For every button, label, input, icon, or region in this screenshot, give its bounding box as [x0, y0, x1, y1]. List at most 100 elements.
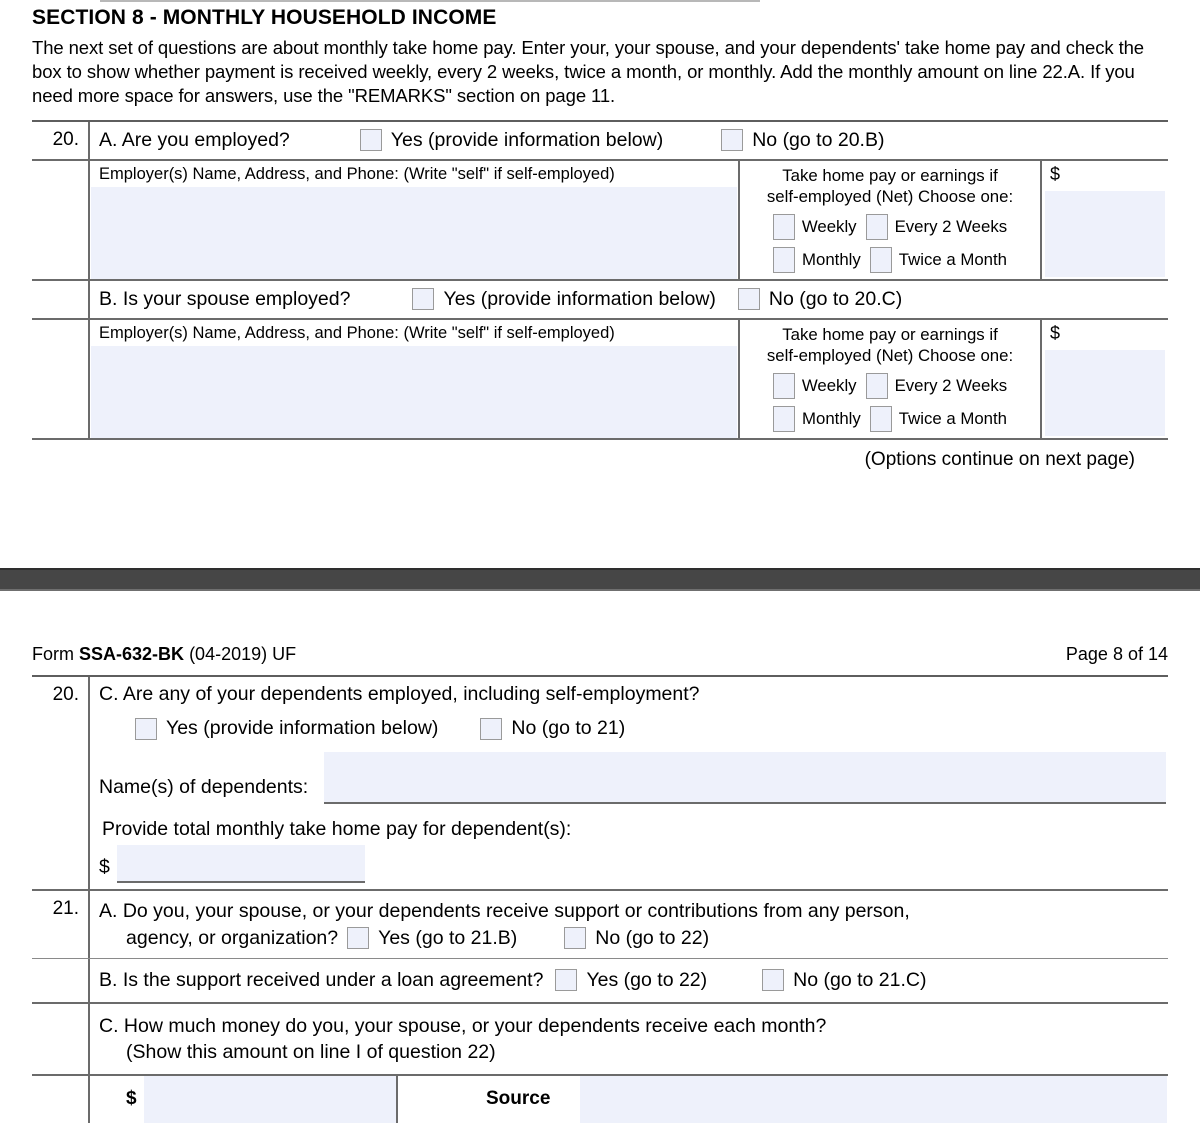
checkbox-20c-yes[interactable]: [135, 717, 157, 740]
spacer-cell: .: [32, 959, 88, 1002]
takehome-20b-line1: Take home pay or earnings if: [782, 324, 998, 344]
source-21c-input[interactable]: [580, 1075, 1167, 1123]
question-20c-21-table: 20. C. Are any of your dependents employ…: [32, 675, 1168, 1123]
dependents-names-input[interactable]: [324, 752, 1166, 804]
question-20c-options: Yes (provide information below) No (go t…: [99, 708, 1168, 746]
checkbox-21a-no-label: No (go to 22): [595, 926, 710, 949]
label-20a-every-2-weeks: Every 2 Weeks: [894, 217, 1008, 237]
label-20b-weekly: Weekly: [801, 376, 857, 396]
amount-20b-block: $: [1040, 319, 1168, 438]
checkbox-21a-yes[interactable]: [347, 927, 370, 950]
top-hairline: [100, 0, 760, 2]
form-prefix: Form: [32, 644, 74, 664]
checkbox-21a-yes-label: Yes (go to 21.B): [378, 926, 518, 949]
question-21c-cell: C. How much money do you, your spouse, o…: [88, 1003, 1168, 1074]
page-8-fragment: Form SSA-632-BK (04-2019) UF Page 8 of 1…: [0, 600, 1200, 1123]
question-21a-line1: A. Do you, your spouse, or your dependen…: [99, 900, 910, 922]
dependents-names-row: Name(s) of dependents:: [99, 746, 1168, 804]
checkbox-20a-yes-label: Yes (provide information below): [390, 128, 664, 151]
label-20b-twice-a-month: Twice a Month: [898, 409, 1007, 429]
checkbox-21b-yes[interactable]: [555, 969, 578, 992]
checkbox-21b-no[interactable]: [762, 969, 785, 992]
source-21c-label: Source: [486, 1088, 551, 1110]
question-20a-detail-cell: Employer(s) Name, Address, and Phone: (W…: [88, 160, 1168, 279]
dollar-sign-20b: $: [1050, 322, 1061, 343]
checkbox-20a-yes[interactable]: [359, 129, 382, 152]
form-identifier: Form SSA-632-BK (04-2019) UF: [32, 644, 296, 665]
question-21c-line2: (Show this amount on line I of question …: [126, 1041, 496, 1064]
question-20c-text: C. Are any of your dependents employed, …: [99, 683, 700, 705]
question-20-number-page8: 20.: [52, 684, 79, 705]
checkbox-20a-every-2-weeks[interactable]: [865, 214, 888, 241]
dependents-pay-input[interactable]: [116, 845, 365, 883]
question-20b-row: . B. Is your spouse employed? Yes (provi…: [32, 280, 1168, 320]
question-20b-text: B. Is your spouse employed?: [99, 287, 351, 310]
question-20a-cell: A. Are you employed? Yes (provide inform…: [88, 121, 1168, 159]
takehome-20b-frequency-row-1: Weekly Every 2 Weeks: [740, 366, 1040, 400]
question-20a-line: A. Are you employed? Yes (provide inform…: [90, 122, 1168, 159]
page-7-fragment: SECTION 8 - MONTHLY HOUSEHOLD INCOME The…: [0, 0, 1200, 471]
question-21c-amount-row: . $ Source: [32, 1075, 1168, 1123]
takehome-20a-label: Take home pay or earnings if self-employ…: [740, 161, 1040, 207]
employer-20b-label: Employer(s) Name, Address, and Phone: (W…: [99, 323, 615, 342]
checkbox-20a-monthly[interactable]: [773, 247, 796, 274]
question-21a-cell: A. Do you, your spouse, or your dependen…: [88, 891, 1168, 958]
spacer-cell: .: [32, 320, 88, 438]
checkbox-20b-no[interactable]: [737, 288, 760, 311]
question-21b-cell: B. Is the support received under a loan …: [88, 958, 1168, 1002]
checkbox-20a-no-label: No (go to 20.B): [752, 128, 885, 151]
checkbox-20b-every-2-weeks[interactable]: [865, 373, 888, 400]
page-header: Form SSA-632-BK (04-2019) UF Page 8 of 1…: [0, 644, 1200, 665]
checkbox-20b-weekly[interactable]: [772, 373, 795, 400]
amount-21c-block: $: [90, 1075, 396, 1123]
checkbox-21a-no[interactable]: [564, 927, 587, 950]
takehome-20a-block: Take home pay or earnings if self-employ…: [738, 160, 1040, 279]
question-20-number: 20.: [52, 128, 79, 150]
employer-20b-block: Employer(s) Name, Address, and Phone: (W…: [90, 320, 738, 438]
dollar-sign-20a: $: [1050, 163, 1061, 184]
label-20a-twice-a-month: Twice a Month: [898, 250, 1007, 270]
page-separator-band: [0, 568, 1200, 591]
spacer-cell: .: [32, 161, 88, 279]
label-20b-every-2-weeks: Every 2 Weeks: [894, 376, 1008, 396]
question-20c-row: 20. C. Are any of your dependents employ…: [32, 677, 1168, 891]
question-20b-cell: B. Is your spouse employed? Yes (provide…: [88, 280, 1168, 318]
question-21b-text: B. Is the support received under a loan …: [99, 968, 544, 991]
page-number-label: Page 8 of 14: [1065, 644, 1168, 664]
question-20b-line: B. Is your spouse employed? Yes (provide…: [90, 281, 1168, 318]
checkbox-20b-yes-label: Yes (provide information below): [443, 287, 716, 310]
checkbox-20b-yes[interactable]: [412, 288, 435, 311]
takehome-20a-line2: self-employed (Net) Choose one:: [766, 186, 1014, 206]
checkbox-20a-no[interactable]: [721, 129, 744, 152]
question-21c-row: . C. How much money do you, your spouse,…: [32, 1003, 1168, 1076]
checkbox-20a-weekly[interactable]: [772, 214, 795, 241]
employer-20a-input[interactable]: [91, 186, 737, 279]
takehome-20a-frequency-row-1: Weekly Every 2 Weeks: [740, 207, 1040, 241]
amount-20b-input[interactable]: [1045, 349, 1165, 436]
spacer-cell: .: [32, 1004, 88, 1074]
label-20a-monthly: Monthly: [802, 250, 861, 270]
question-21c-amount-cell: $ Source: [88, 1075, 1168, 1123]
source-21c-block: Source: [396, 1075, 1168, 1123]
spacer-cell: .: [32, 281, 88, 318]
section-title: SECTION 8 - MONTHLY HOUSEHOLD INCOME: [32, 6, 497, 29]
dependents-pay-row: $: [99, 841, 1168, 889]
takehome-20a-frequency-row-2: Monthly Twice a Month: [740, 240, 1040, 274]
checkbox-20b-twice-a-month[interactable]: [869, 406, 892, 433]
checkbox-20a-twice-a-month[interactable]: [869, 247, 892, 274]
amount-20a-input[interactable]: [1045, 190, 1165, 277]
employer-20b-input[interactable]: [91, 345, 737, 438]
checkbox-20c-no[interactable]: [480, 717, 503, 740]
checkbox-20c-no-label: No (go to 21): [511, 717, 626, 739]
checkbox-20b-monthly[interactable]: [773, 406, 796, 433]
dollar-sign-21c: $: [126, 1088, 137, 1110]
question-20b-detail-cell: Employer(s) Name, Address, and Phone: (W…: [88, 319, 1168, 438]
question-20a-text: A. Are you employed?: [99, 128, 290, 151]
options-continue-note: (Options continue on next page): [864, 448, 1135, 470]
question-20b-employer-row: . Employer(s) Name, Address, and Phone: …: [32, 319, 1168, 440]
dependents-names-label: Name(s) of dependents:: [99, 776, 309, 798]
amount-21c-input[interactable]: [144, 1075, 396, 1123]
takehome-20b-frequency-row-2: Monthly Twice a Month: [740, 399, 1040, 433]
question-21b-row: . B. Is the support received under a loa…: [32, 958, 1168, 1004]
question-21-number: 21.: [52, 898, 79, 919]
